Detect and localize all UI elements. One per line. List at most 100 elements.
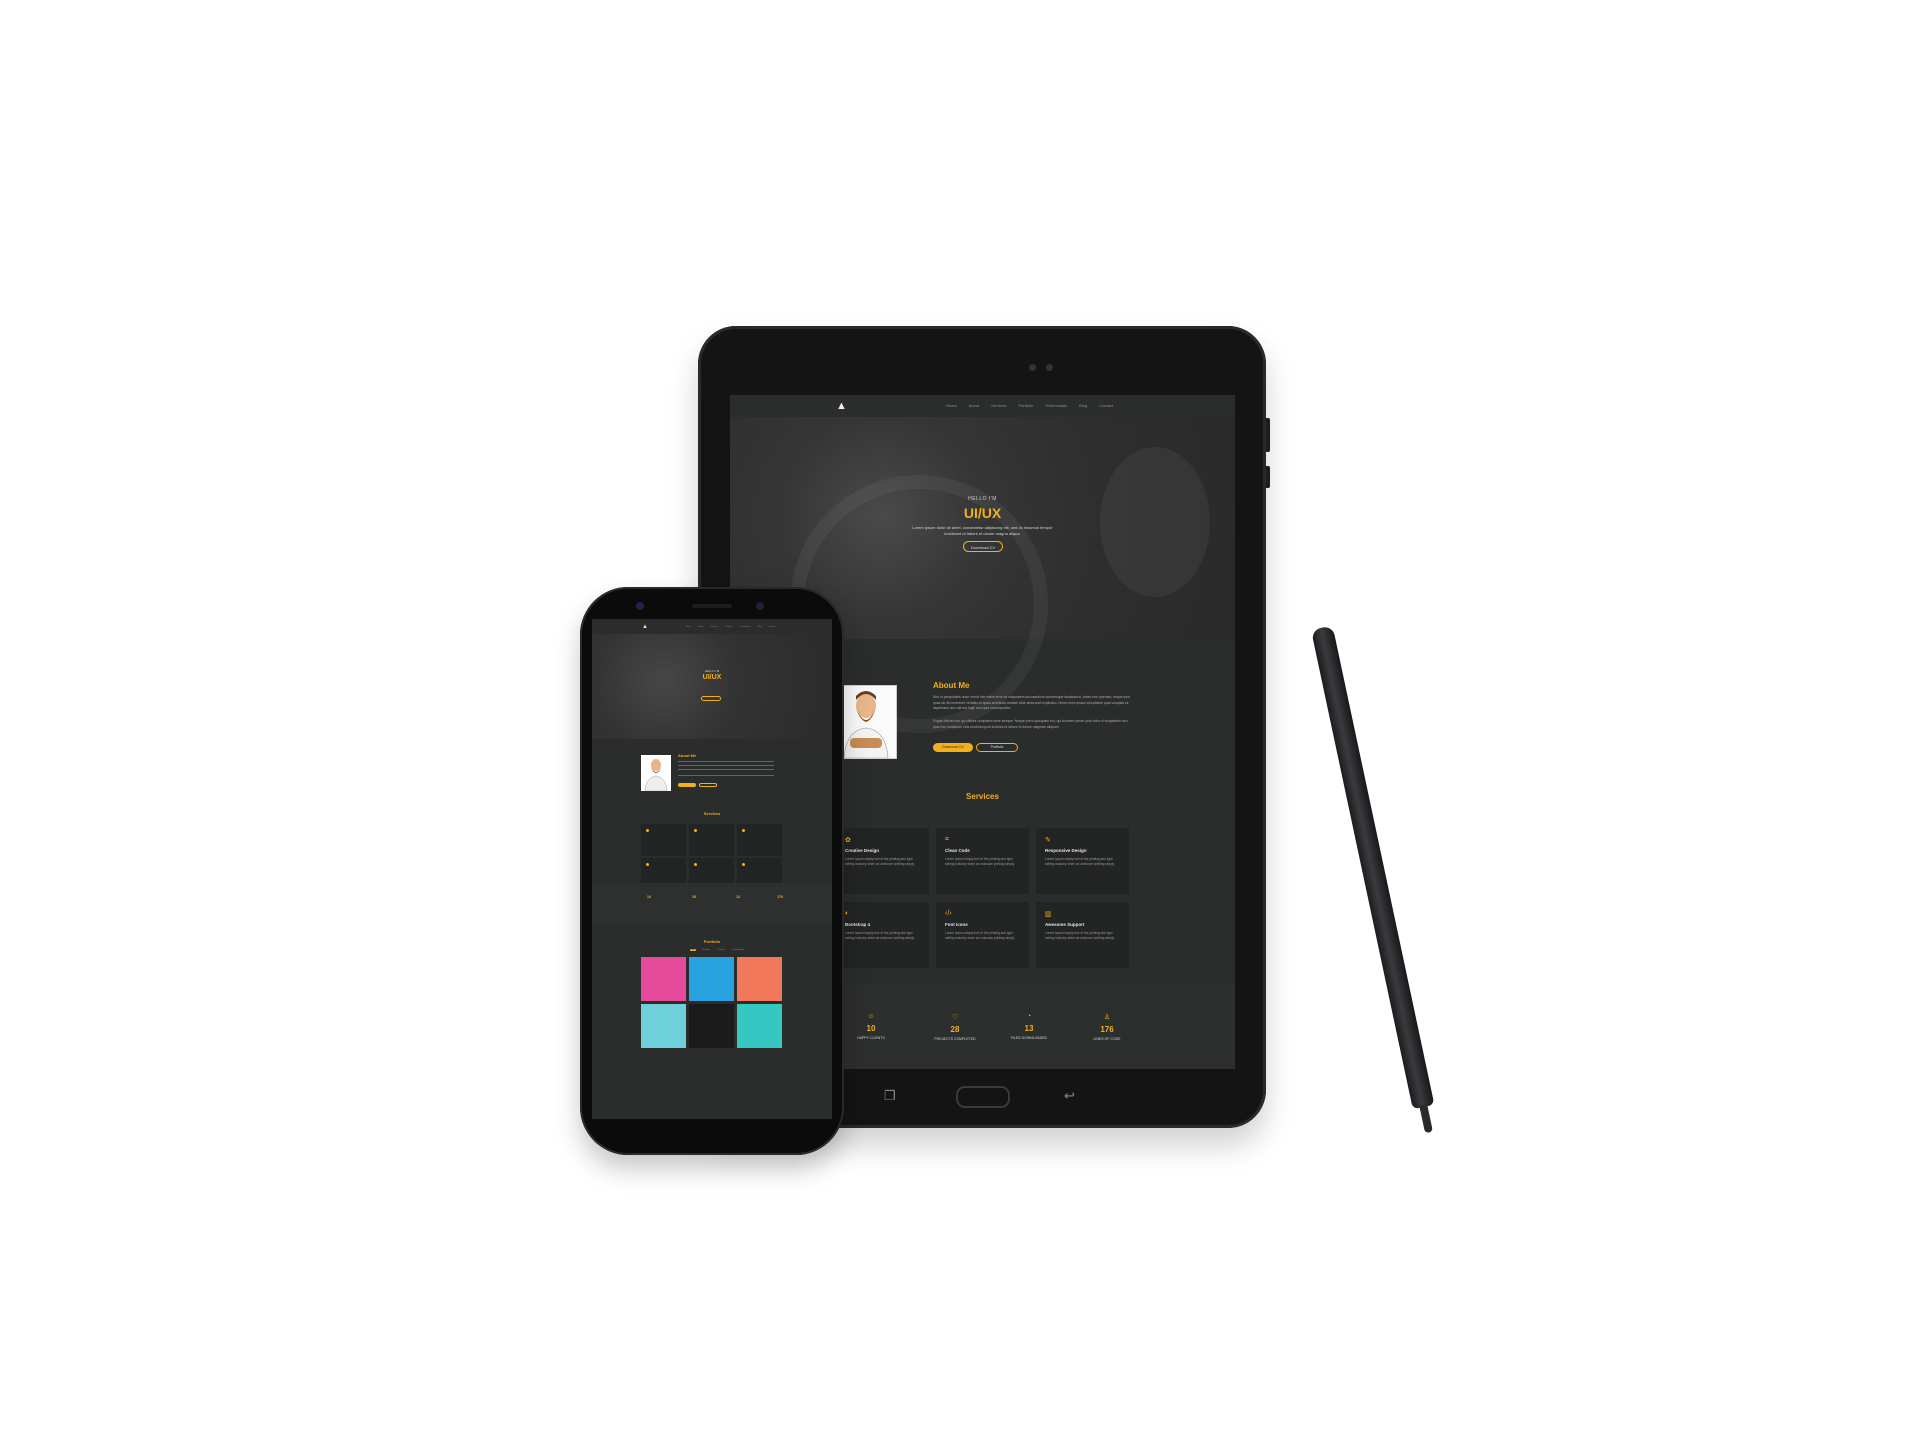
smile-icon: ☺ xyxy=(867,1013,875,1020)
portfolio-tile[interactable] xyxy=(689,1004,734,1048)
service-icon xyxy=(646,829,649,832)
about-portfolio-button[interactable]: Portfolio xyxy=(976,743,1018,752)
phone-device: ▲ Home About Services Portfolio Testimon… xyxy=(580,587,844,1155)
logo-icon[interactable]: ▲ xyxy=(836,400,848,412)
service-card-responsive-design: ✎ Responsive Design Lorem Ipsum simply t… xyxy=(1036,828,1129,894)
service-icon xyxy=(646,863,649,866)
about-title: About Me xyxy=(678,753,697,758)
nav-item[interactable]: Contact xyxy=(769,626,776,628)
service-card-clean-code: ⌗ Clean Code Lorem Ipsum simply text of … xyxy=(936,828,1029,894)
nav-item-contact[interactable]: Contact xyxy=(1099,403,1113,408)
nav-item-about[interactable]: About xyxy=(969,403,979,408)
service-title: Responsive Design xyxy=(1045,848,1087,853)
code-icon: ‹/› xyxy=(945,910,952,917)
about-title: About Me xyxy=(933,681,970,690)
nav-item[interactable]: Services xyxy=(711,626,719,628)
about-text-line xyxy=(678,761,774,762)
about-text-line xyxy=(678,765,774,766)
tablet-home-button[interactable] xyxy=(956,1086,1010,1108)
stat-number: 28 xyxy=(950,1025,960,1034)
about-portfolio-button[interactable] xyxy=(699,783,717,787)
portfolio-tile[interactable] xyxy=(737,1004,782,1048)
service-icon xyxy=(742,863,745,866)
recent-apps-icon[interactable]: ❐ xyxy=(884,1088,896,1104)
stat-label: FILES DOWNLOADED xyxy=(1010,1036,1048,1040)
service-description: Lorem Ipsum simply text of the printing … xyxy=(945,931,1015,940)
service-icon xyxy=(694,863,697,866)
service-card-font-icons: ‹/› Font Icons Lorem Ipsum simply text o… xyxy=(936,902,1029,968)
phone-front-camera xyxy=(636,602,644,610)
chart-icon: ▥ xyxy=(1045,911,1052,918)
hero-role-title: UI/UX xyxy=(702,674,722,681)
filter-branding[interactable]: Branding xyxy=(700,949,712,951)
stat-number: 10 xyxy=(866,1024,876,1033)
nav-item[interactable]: Portfolio xyxy=(725,626,732,628)
creative-design-icon: ✿ xyxy=(845,837,851,844)
service-title: Font Icons xyxy=(945,922,968,927)
bootstrap-icon: ◐ xyxy=(845,910,850,917)
about-download-cv-button[interactable] xyxy=(678,783,696,787)
stat-label: LINES OF CODE xyxy=(1093,1037,1121,1041)
hero-background-figure xyxy=(1100,447,1210,597)
stylus-tip xyxy=(1419,1104,1433,1134)
nav-item[interactable]: Testimonials xyxy=(740,626,751,628)
service-card-bootstrap: ◐ Bootstrap 4 Lorem Ipsum simply text of… xyxy=(836,902,929,968)
hero-download-cv-button[interactable]: Download CV xyxy=(963,541,1003,552)
phone-stats-section: 10 28 13 176 xyxy=(592,883,832,923)
stat-number: 28 xyxy=(692,895,696,899)
nav-item-home[interactable]: Home xyxy=(946,403,957,408)
clean-code-icon: ⌗ xyxy=(945,836,949,843)
about-download-cv-button[interactable]: Download CV xyxy=(933,743,973,752)
hero-download-cv-button[interactable] xyxy=(701,696,721,701)
tablet-volume-button xyxy=(1266,418,1270,452)
portfolio-tile[interactable] xyxy=(737,957,782,1001)
responsive-design-icon: ✎ xyxy=(1045,837,1051,844)
nav-item-blog[interactable]: Blog xyxy=(1079,403,1087,408)
service-card xyxy=(641,824,686,856)
tablet-sensor xyxy=(1046,364,1053,371)
stylus-pen xyxy=(1311,625,1441,1138)
filter-design[interactable]: Design xyxy=(716,949,726,951)
stat-files-downloaded: ◔ 13 FILES DOWNLOADED xyxy=(994,1013,1064,1040)
stat-projects-completed: ♡ 28 PROJECTS COMPLETED xyxy=(920,1013,990,1041)
stat-label: PROJECTS COMPLETED xyxy=(934,1037,976,1041)
nav-item-services[interactable]: Services xyxy=(991,403,1006,408)
stat-happy-clients: ☺ 10 HAPPY CLIENTS xyxy=(836,1013,906,1040)
portfolio-tile[interactable] xyxy=(641,957,686,1001)
stat-number: 13 xyxy=(736,895,740,899)
tablet-nav-menu: Home About Services Portfolio Testimonia… xyxy=(946,403,1113,408)
filter-all[interactable]: All xyxy=(690,949,697,951)
tablet-navbar: ▲ Home About Services Portfolio Testimon… xyxy=(730,395,1235,417)
heart-icon: ♡ xyxy=(951,1014,959,1021)
nav-item[interactable]: About xyxy=(698,626,703,628)
portfolio-tile[interactable] xyxy=(689,957,734,1001)
service-description: Lorem Ipsum simply text of the printing … xyxy=(1045,931,1115,940)
back-icon[interactable]: ↩ xyxy=(1064,1088,1075,1104)
service-description: Lorem Ipsum simply text of the printing … xyxy=(845,857,915,866)
portfolio-tile[interactable] xyxy=(641,1004,686,1048)
phone-screen: ▲ Home About Services Portfolio Testimon… xyxy=(592,619,832,1119)
logo-icon[interactable]: ▲ xyxy=(642,624,648,630)
about-text-line xyxy=(678,769,774,770)
service-card xyxy=(737,824,782,856)
hero-hello-text: HELLO I'M xyxy=(704,669,720,673)
phone-speaker xyxy=(692,604,732,608)
service-icon xyxy=(694,829,697,832)
service-icon xyxy=(742,829,745,832)
nav-item[interactable]: Blog xyxy=(758,626,762,628)
user-icon: ♙ xyxy=(1103,1014,1111,1021)
stat-number: 176 xyxy=(777,895,783,899)
nav-item-testimonials[interactable]: Testimonials xyxy=(1045,403,1067,408)
nav-item[interactable]: Home xyxy=(686,626,691,628)
nav-item-portfolio[interactable]: Portfolio xyxy=(1018,403,1033,408)
stat-number: 10 xyxy=(647,895,651,899)
service-title: Creative Design xyxy=(845,848,880,853)
about-paragraph-1: Sed ut perspiciatis unde omnis iste natu… xyxy=(933,695,1130,710)
stat-label: HAPPY CLIENTS xyxy=(857,1036,885,1040)
service-title: Awesome Support xyxy=(1045,922,1085,927)
about-text-line xyxy=(678,775,774,776)
services-title: Services xyxy=(703,811,721,816)
filter-development[interactable]: Development xyxy=(730,949,746,951)
stat-number: 176 xyxy=(1100,1025,1114,1034)
service-card xyxy=(689,824,734,856)
